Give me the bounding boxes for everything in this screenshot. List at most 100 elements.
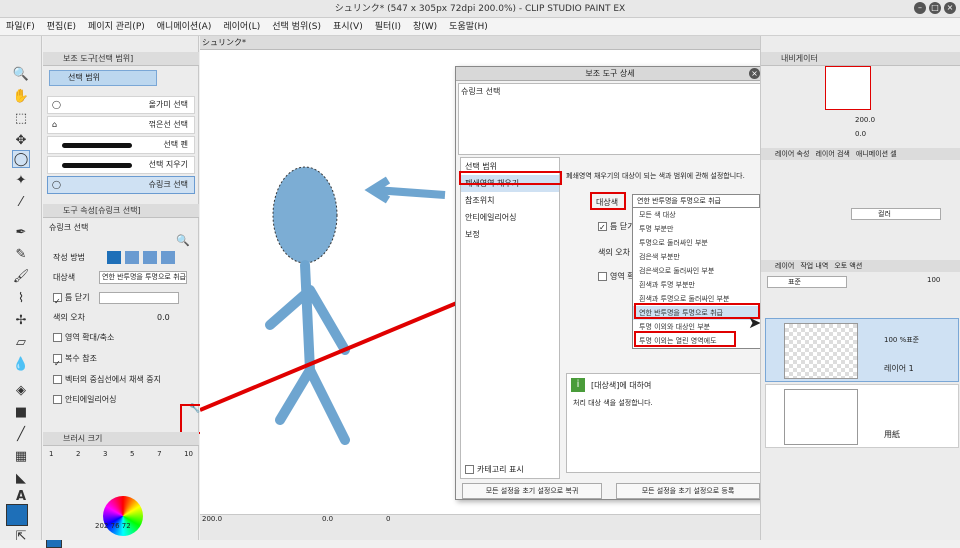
vector-stop-checkbox[interactable] xyxy=(53,375,62,384)
magic-wand-icon[interactable]: ✦ xyxy=(12,172,30,190)
menu-file[interactable]: 파일(F) xyxy=(0,18,41,35)
main-color-swatch[interactable] xyxy=(6,504,28,526)
eraser-icon[interactable]: ▱ xyxy=(12,334,30,352)
layer-mode: 100 %표준 xyxy=(884,336,920,344)
size-preset[interactable]: 1 xyxy=(49,450,53,484)
operation-tool-icon[interactable]: ⬚ xyxy=(12,110,30,128)
multi-ref-checkbox[interactable]: ✓ xyxy=(53,354,62,368)
menu-animation[interactable]: 애니메이션(A) xyxy=(151,18,218,35)
airbrush-icon[interactable]: ⌇ xyxy=(12,290,30,308)
pencil-tool-icon[interactable]: ✎ xyxy=(12,246,30,264)
blend-mode-select[interactable]: 표준 xyxy=(767,276,847,288)
menu-help[interactable]: 도움말(H) xyxy=(443,18,494,35)
area-scale-checkbox[interactable] xyxy=(53,333,62,342)
ruler-tool-icon[interactable]: ◣ xyxy=(12,470,30,488)
close-icon[interactable]: × xyxy=(944,2,956,14)
status-value[interactable]: 0 xyxy=(386,515,390,523)
tab-auto-action[interactable]: 오토 액션 xyxy=(834,260,862,272)
subtool-group-label[interactable]: 선택 범위 xyxy=(49,70,157,86)
subtool-item[interactable]: 꺾은선 선택 ⌂ xyxy=(47,116,195,134)
color-wheel[interactable] xyxy=(103,496,143,536)
figure-tool-icon[interactable]: ╱ xyxy=(12,426,30,444)
size-preset[interactable]: 10 xyxy=(184,450,193,484)
zoom-preview-icon[interactable]: 🔍 xyxy=(176,234,190,247)
tab-animation-cell[interactable]: 애니메이션 셀 xyxy=(856,148,897,160)
close-gap-checkbox[interactable]: ✓ xyxy=(53,293,62,306)
brush-tool-icon[interactable]: 🖌 xyxy=(12,268,30,286)
menu-page[interactable]: 페이지 관리(P) xyxy=(82,18,151,35)
category-item[interactable]: 참조위치 xyxy=(461,192,559,209)
layer-color-mode[interactable]: 컬러 xyxy=(851,208,941,220)
blend-tool-icon[interactable]: 💧 xyxy=(12,356,30,374)
zoom-readout[interactable]: 200.0 xyxy=(202,515,222,523)
nav-zoom-value[interactable]: 200.0 xyxy=(855,116,875,124)
register-defaults-button[interactable]: 모든 설정을 초기 설정으로 등록 xyxy=(616,483,760,499)
subtool-header: 보조 도구[선택 범위] xyxy=(43,52,199,66)
dialog-area-checkbox[interactable] xyxy=(598,272,607,281)
fill-tool-icon[interactable]: ◈ xyxy=(12,382,30,400)
subtool-item-shrink[interactable]: 슈링크 선택 ◯ xyxy=(47,176,195,194)
size-preset[interactable]: 5 xyxy=(130,450,134,484)
zoom-tool-icon[interactable]: 🔍 xyxy=(12,66,30,84)
move-tool-icon[interactable]: ✥ xyxy=(12,132,30,150)
menu-window[interactable]: 창(W) xyxy=(407,18,443,35)
dropdown-option[interactable]: 투명 부분만 xyxy=(633,222,761,236)
tab-history[interactable]: 작업 내역 xyxy=(800,260,828,272)
category-item[interactable]: 보정 xyxy=(461,226,559,243)
subtool-item[interactable]: 올가미 선택 ◯ xyxy=(47,96,195,114)
size-preset[interactable]: 2 xyxy=(76,450,80,484)
menu-edit[interactable]: 편집(E) xyxy=(41,18,82,35)
target-select[interactable]: 연한 반투명을 투명으로 취급 xyxy=(632,194,760,208)
category-item[interactable]: 안티에일리어싱 xyxy=(461,209,559,226)
dialog-close-icon[interactable]: × xyxy=(749,68,760,79)
subtool-item[interactable]: 선택 지우기 xyxy=(47,156,195,174)
antialias-checkbox[interactable] xyxy=(53,395,62,404)
method-sub-icon[interactable] xyxy=(143,251,157,264)
canvas-tab[interactable]: シュリンク* xyxy=(202,37,246,48)
minimize-icon[interactable]: – xyxy=(914,2,926,14)
maximize-icon[interactable]: □ xyxy=(929,2,941,14)
gap-level-bar[interactable] xyxy=(99,292,179,304)
show-category-checkbox[interactable] xyxy=(465,465,474,474)
correct-line-icon[interactable]: ⇱ xyxy=(12,528,30,546)
method-add-icon[interactable] xyxy=(125,251,139,264)
brushsize-header: 브러시 크기 xyxy=(43,432,199,446)
navigator-thumbnail[interactable] xyxy=(825,66,871,110)
method-intersect-icon[interactable] xyxy=(161,251,175,264)
nav-angle-value[interactable]: 0.0 xyxy=(855,130,866,138)
dialog-gap-checkbox[interactable]: ✓ xyxy=(598,222,607,232)
hand-tool-icon[interactable]: ✋ xyxy=(12,88,30,106)
dropdown-option[interactable]: 흰색과 투명 부분만 xyxy=(633,278,761,292)
tab-layer-property[interactable]: 레이어 속성 xyxy=(775,148,809,160)
menu-selection[interactable]: 선택 범위(S) xyxy=(266,18,327,35)
method-new-icon[interactable] xyxy=(107,251,121,264)
eyedropper-icon[interactable]: ⁄ xyxy=(12,194,30,212)
color-tol-label: 색의 오차 xyxy=(598,248,630,257)
reset-defaults-button[interactable]: 모든 설정을 초기 설정으로 복귀 xyxy=(462,483,602,499)
dropdown-option[interactable]: 검은색으로 둘러싸인 부분 xyxy=(633,264,761,278)
opacity-value[interactable]: 100 xyxy=(927,276,940,284)
layer-row[interactable]: 用紙 xyxy=(765,384,959,448)
layer-row-selected[interactable]: 100 %표준 레이어 1 xyxy=(765,318,959,382)
tolerance-value[interactable]: 0.0 xyxy=(157,310,170,326)
gradient-icon[interactable]: ■ xyxy=(12,404,30,422)
target-color-select[interactable]: 연한 반투명을 투명으로 취급 xyxy=(99,271,187,284)
frame-tool-icon[interactable]: ▦ xyxy=(12,448,30,466)
pen-tool-icon[interactable]: ✒ xyxy=(12,224,30,242)
status-value[interactable]: 0.0 xyxy=(322,515,333,523)
menu-filter[interactable]: 필터(I) xyxy=(369,18,407,35)
size-preset[interactable]: 7 xyxy=(157,450,161,484)
dropdown-option[interactable]: 검은색 부분만 xyxy=(633,250,761,264)
menu-layer[interactable]: 레이어(L) xyxy=(217,18,266,35)
menu-view[interactable]: 표시(V) xyxy=(327,18,369,35)
lasso-tool-icon[interactable]: ◯ xyxy=(12,150,30,168)
info-panel: i [대상색]에 대하여 처리 대상 색을 설정합니다. xyxy=(566,373,762,473)
tab-layer[interactable]: 레이어 xyxy=(775,260,794,272)
subtool-item[interactable]: 선택 펜 xyxy=(47,136,195,154)
decoration-icon[interactable]: ✢ xyxy=(12,312,30,330)
dialog-preview: 슈링크 선택 xyxy=(458,83,762,155)
tab-layer-search[interactable]: 레이어 검색 xyxy=(815,148,849,160)
size-preset[interactable]: 3 xyxy=(103,450,107,484)
dropdown-option[interactable]: 모든 색 대상 xyxy=(633,208,761,222)
dropdown-option[interactable]: 투명으로 둘러싸인 부분 xyxy=(633,236,761,250)
